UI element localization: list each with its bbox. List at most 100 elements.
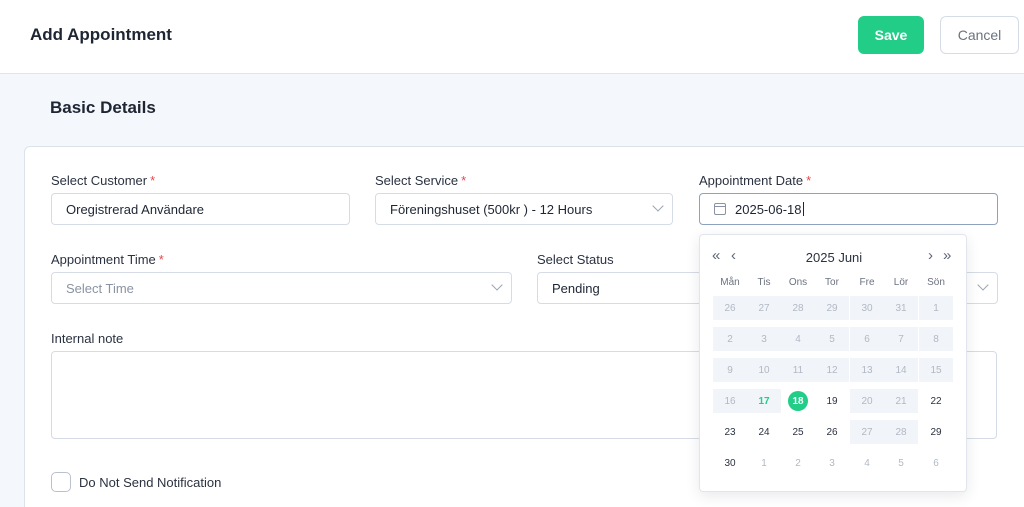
calendar-day: 1	[747, 451, 781, 475]
calendar-day: 28	[884, 420, 918, 444]
weekday-label: Ons	[788, 277, 808, 288]
status-label: Select Status	[537, 252, 614, 267]
calendar-day: 26	[713, 296, 747, 320]
calendar-day: 4	[781, 327, 815, 351]
calendar-day: 27	[850, 420, 884, 444]
calendar-day-number: 16	[724, 395, 736, 407]
calendar-day-number: 2	[727, 333, 733, 345]
calendar-day[interactable]: 24	[747, 420, 781, 444]
weekday-label: Fre	[859, 277, 875, 288]
customer-label: Select Customer *	[51, 173, 155, 188]
date-input[interactable]: 2025-06-18	[699, 193, 998, 225]
date-label-text: Appointment Date	[699, 173, 804, 188]
date-value: 2025-06-18	[735, 201, 802, 217]
calendar-day-number: 30	[861, 302, 873, 314]
status-value: Pending	[552, 280, 600, 296]
calendar-day: 11	[781, 358, 815, 382]
notification-label: Do Not Send Notification	[79, 475, 222, 490]
calendar-day: 29	[815, 296, 849, 320]
calendar-day-number: 14	[895, 364, 907, 376]
weekday-label: Sön	[927, 277, 945, 288]
chevron-down-icon	[491, 279, 503, 291]
chevron-down-icon	[652, 200, 664, 212]
calendar-day[interactable]: 25	[781, 420, 815, 444]
note-label: Internal note	[51, 331, 123, 346]
calendar-day-number: 26	[724, 302, 736, 314]
calendar-day: 12	[815, 358, 849, 382]
calendar-day-number: 3	[761, 333, 767, 345]
customer-label-text: Select Customer	[51, 173, 148, 188]
calendar-day[interactable]: 19	[815, 389, 849, 413]
calendar-day: 2	[713, 327, 747, 351]
calendar-day-number: 4	[795, 333, 801, 345]
calendar-day: 8	[919, 327, 953, 351]
calendar-day-number: 24	[758, 426, 770, 438]
next-year-button[interactable]: »	[943, 248, 951, 264]
calendar-day-number: 30	[724, 457, 736, 469]
calendar-day-number: 6	[864, 333, 870, 345]
calendar-day-number: 29	[930, 426, 942, 438]
calendar-day-number: 28	[792, 302, 804, 314]
calendar-day: 4	[850, 451, 884, 475]
calendar-day-number: 4	[864, 457, 870, 469]
calendar-day-number: 1	[761, 457, 767, 469]
calendar-day-number: 31	[895, 302, 907, 314]
cancel-button[interactable]: Cancel	[940, 16, 1019, 54]
calendar-day-number: 3	[829, 457, 835, 469]
customer-input[interactable]: Oregistrerad Användare	[51, 193, 350, 225]
calendar-day-number: 18	[788, 391, 808, 411]
calendar-day[interactable]: 23	[713, 420, 747, 444]
service-value: Föreningshuset (500kr ) - 12 Hours	[390, 201, 593, 217]
date-picker-popup: « ‹ 2025 Juni › » Mån Tis Ons Tor Fre Lör Sön …	[699, 234, 967, 492]
next-month-button[interactable]: ›	[928, 248, 933, 264]
calendar-day-number: 9	[727, 364, 733, 376]
text-cursor	[802, 202, 804, 216]
calendar-day: 6	[919, 451, 953, 475]
calendar-day-number: 11	[792, 364, 804, 376]
calendar-day-number: 21	[895, 395, 907, 407]
calendar-day: 5	[815, 327, 849, 351]
weekday-label: Lör	[893, 277, 909, 288]
calendar-day: 9	[713, 358, 747, 382]
calendar-day-number: 2	[795, 457, 801, 469]
calendar-day: 5	[884, 451, 918, 475]
save-button[interactable]: Save	[858, 16, 924, 54]
calendar-day-number: 17	[758, 395, 770, 407]
status-label-text: Select Status	[537, 252, 614, 267]
page-title: Add Appointment	[30, 25, 172, 44]
customer-value: Oregistrerad Användare	[66, 201, 205, 217]
calendar-day[interactable]: 26	[815, 420, 849, 444]
calendar-day-number: 26	[826, 426, 838, 438]
calendar-day-number: 8	[933, 333, 939, 345]
calendar-day: 27	[747, 296, 781, 320]
calendar-day: 3	[747, 327, 781, 351]
calendar-day-number: 27	[861, 426, 873, 438]
notification-checkbox[interactable]	[51, 472, 71, 492]
calendar-day-number: 27	[758, 302, 770, 314]
time-select[interactable]: Select Time	[51, 272, 512, 304]
calendar-day[interactable]: 29	[919, 420, 953, 444]
calendar-day-number: 23	[724, 426, 736, 438]
required-mark: *	[461, 173, 467, 188]
weekday-label: Tor	[825, 277, 839, 288]
note-label-text: Internal note	[51, 331, 124, 346]
calendar-day[interactable]: 22	[919, 389, 953, 413]
calendar-day-today[interactable]: 17	[747, 389, 781, 413]
service-select[interactable]: Föreningshuset (500kr ) - 12 Hours	[375, 193, 673, 225]
weekday-label: Tis	[757, 277, 771, 288]
calendar-icon	[714, 203, 726, 215]
calendar-day-selected[interactable]: 18	[781, 389, 815, 413]
calendar-day-number: 13	[861, 364, 873, 376]
section-title: Basic Details	[50, 98, 156, 117]
calendar-day: 16	[713, 389, 747, 413]
calendar-day: 3	[815, 451, 849, 475]
required-mark: *	[150, 173, 156, 188]
calendar-day: 31	[884, 296, 918, 320]
required-mark: *	[806, 173, 812, 188]
calendar-day-number: 10	[758, 364, 770, 376]
calendar-day: 14	[884, 358, 918, 382]
calendar-day: 28	[781, 296, 815, 320]
service-label-text: Select Service	[375, 173, 459, 188]
calendar-day-number: 29	[826, 302, 838, 314]
calendar-day[interactable]: 30	[713, 451, 747, 475]
